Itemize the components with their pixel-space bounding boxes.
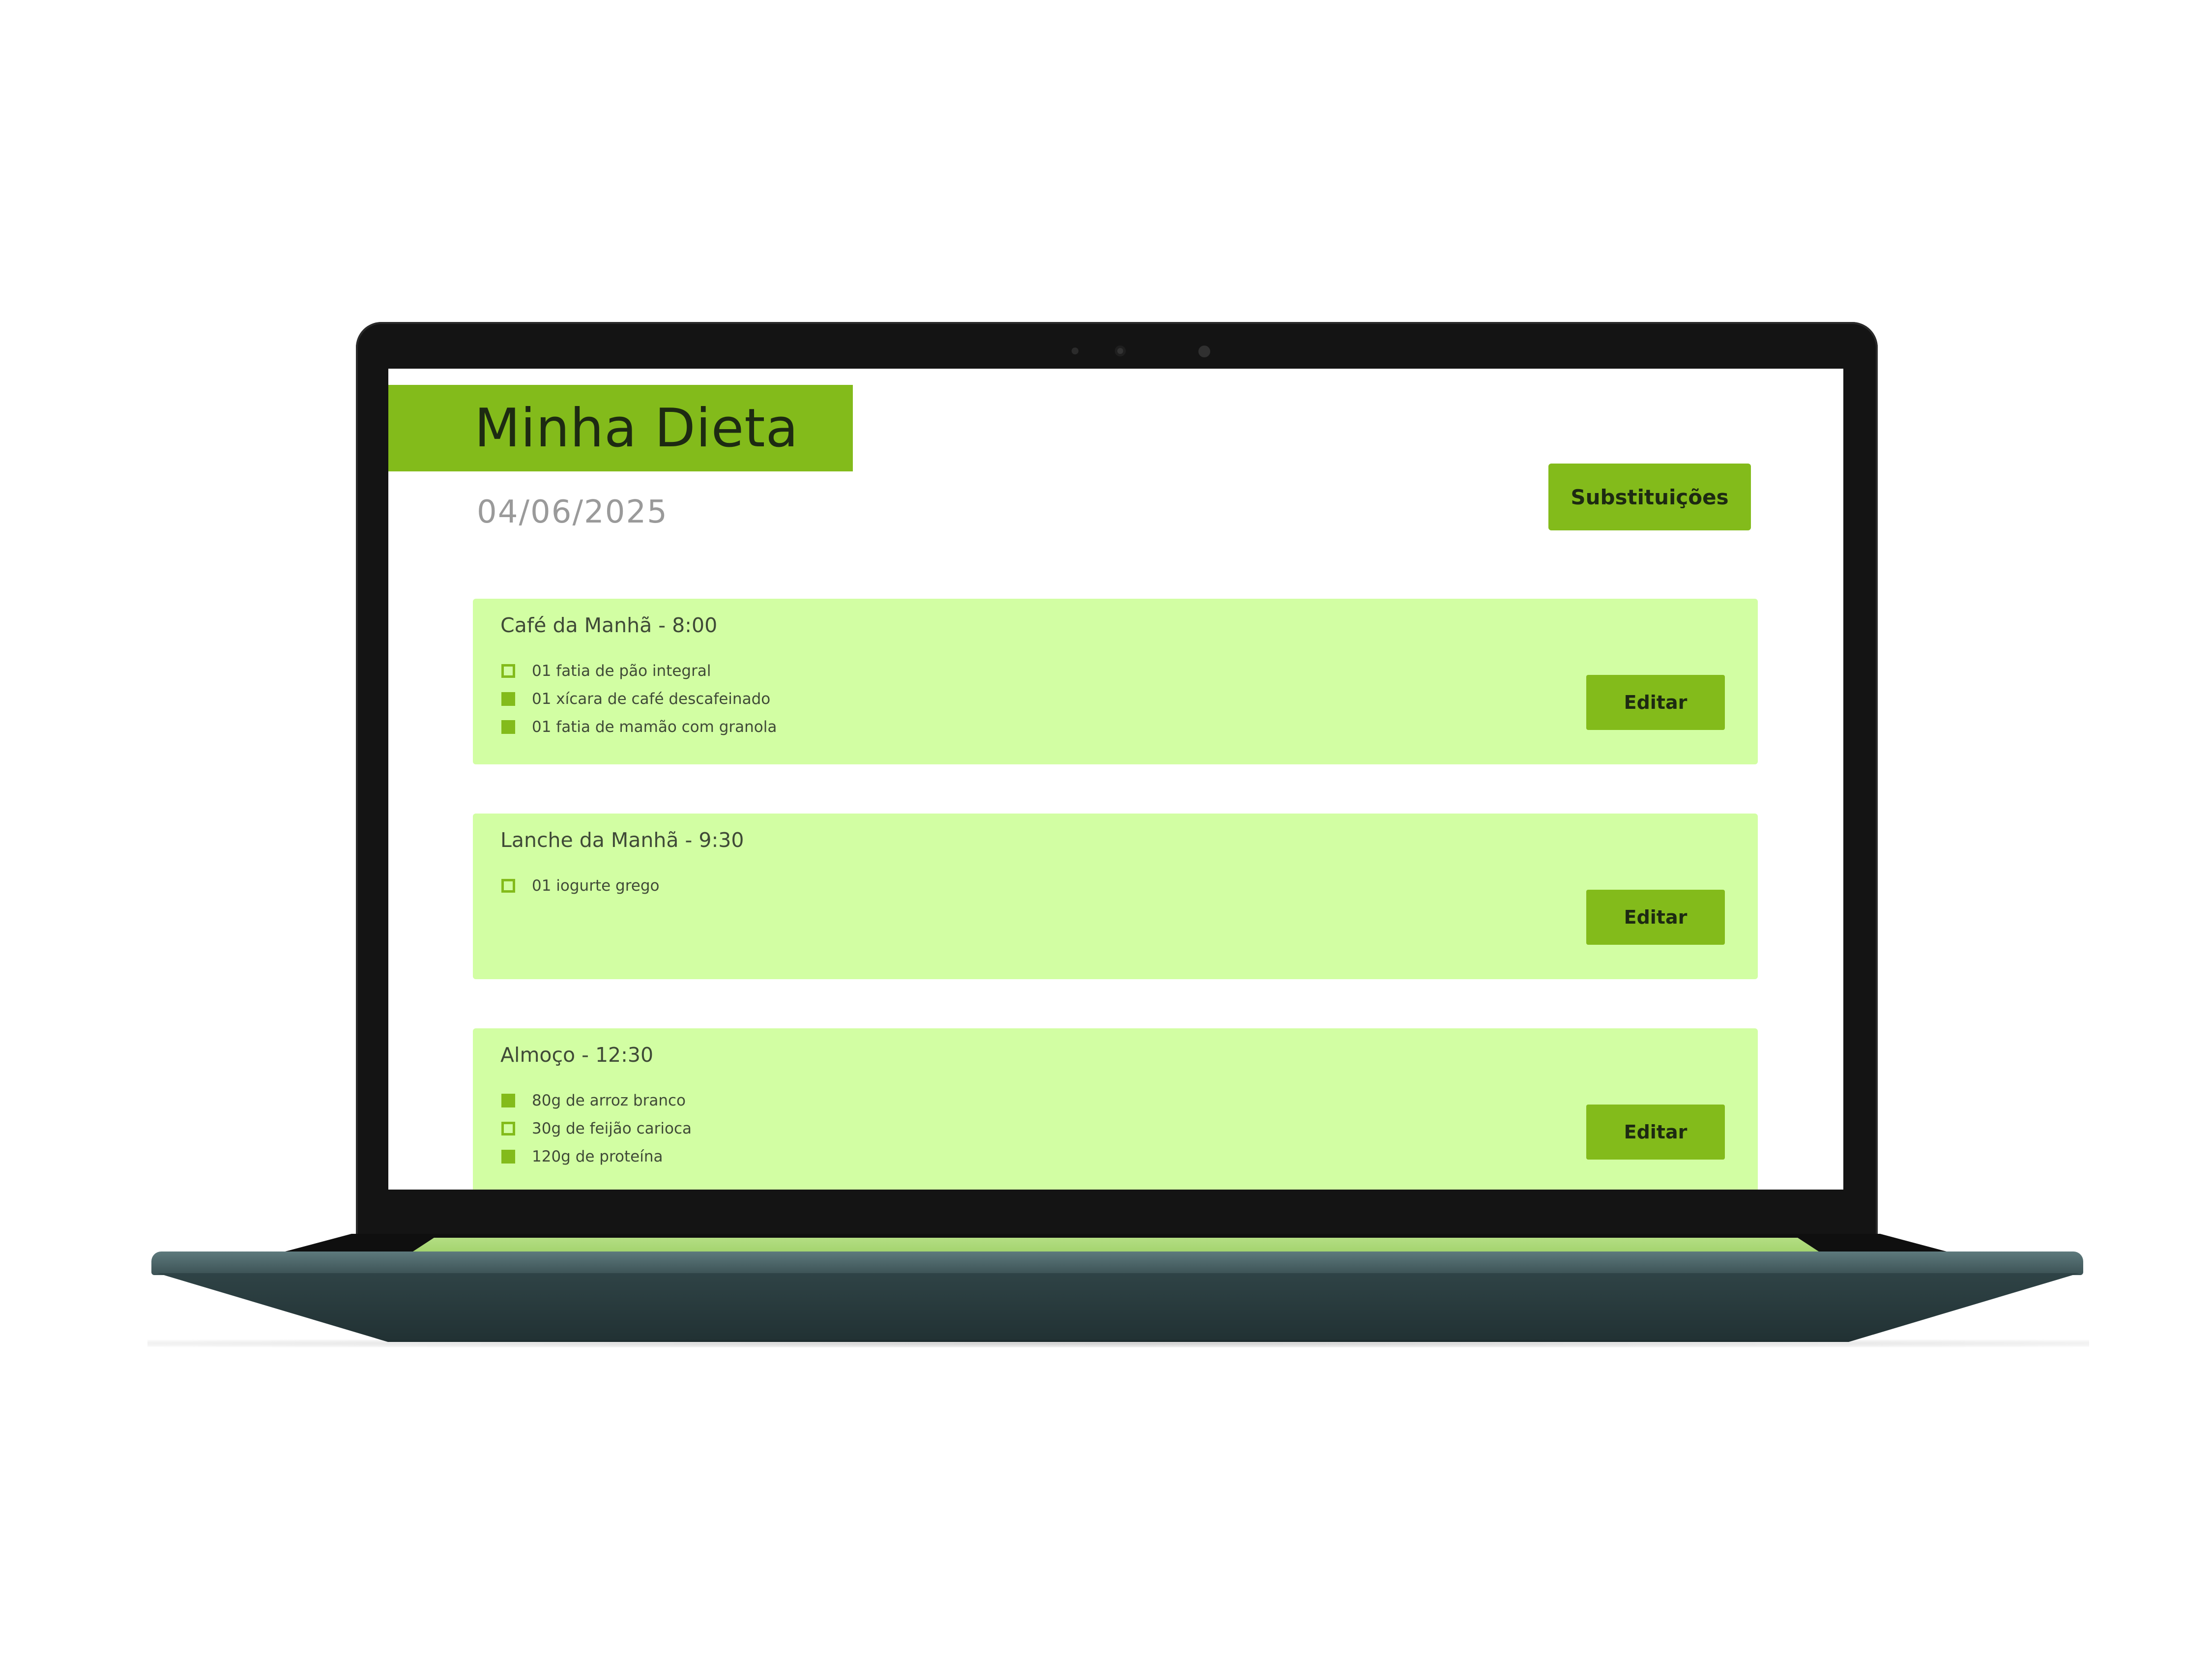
meal-card-lunch: Almoço - 12:30 80g de arroz branco 30g d… bbox=[473, 1028, 1758, 1190]
meal-item-label: 120g de proteína bbox=[532, 1147, 663, 1165]
light-sensor-icon bbox=[1198, 346, 1210, 357]
checkbox-checked[interactable] bbox=[501, 1093, 515, 1107]
camera-sensor-icon bbox=[1072, 348, 1078, 354]
meal-item-list: 01 fatia de pão integral 01 xícara de ca… bbox=[501, 657, 777, 741]
checkbox-checked[interactable] bbox=[501, 1149, 515, 1164]
meal-title: Almoço - 12:30 bbox=[500, 1043, 654, 1067]
meal-item-label: 80g de arroz branco bbox=[532, 1091, 686, 1109]
meal-item-label: 30g de feijão carioca bbox=[532, 1119, 692, 1137]
webcam-icon bbox=[1115, 346, 1126, 356]
meal-item-label: 01 xícara de café descafeinado bbox=[532, 690, 771, 708]
edit-button[interactable]: Editar bbox=[1586, 890, 1725, 945]
meal-item: 120g de proteína bbox=[501, 1142, 692, 1170]
laptop-shadow bbox=[147, 1339, 2089, 1347]
checkbox-checked[interactable] bbox=[501, 692, 515, 706]
checkbox-unchecked[interactable] bbox=[501, 1121, 515, 1135]
substitutions-button[interactable]: Substituições bbox=[1548, 464, 1751, 530]
title-banner: Minha Dieta bbox=[388, 385, 853, 471]
meal-item: 01 iogurte grego bbox=[501, 872, 660, 900]
laptop-base-side bbox=[157, 1273, 2079, 1342]
mockup-stage: Minha Dieta 04/06/2025 Substituições Caf… bbox=[0, 0, 2212, 1659]
screen-reflection bbox=[413, 1238, 1819, 1252]
laptop-screen: Minha Dieta 04/06/2025 Substituições Caf… bbox=[388, 369, 1843, 1190]
meal-item: 01 xícara de café descafeinado bbox=[501, 685, 777, 713]
page-title: Minha Dieta bbox=[474, 398, 799, 459]
meal-item: 01 fatia de mamão com granola bbox=[501, 713, 777, 741]
meal-item: 30g de feijão carioca bbox=[501, 1114, 692, 1142]
meal-item-label: 01 fatia de pão integral bbox=[532, 662, 711, 680]
meal-title: Lanche da Manhã - 9:30 bbox=[500, 828, 744, 852]
meal-item-list: 01 iogurte grego bbox=[501, 872, 660, 900]
checkbox-unchecked[interactable] bbox=[501, 878, 515, 893]
edit-button[interactable]: Editar bbox=[1586, 1105, 1725, 1160]
meal-card-morning-snack: Lanche da Manhã - 9:30 01 iogurte grego … bbox=[473, 814, 1758, 979]
checkbox-unchecked[interactable] bbox=[501, 664, 515, 678]
meal-item: 01 fatia de pão integral bbox=[501, 657, 777, 685]
meal-item: 80g de arroz branco bbox=[501, 1086, 692, 1114]
page-date: 04/06/2025 bbox=[477, 494, 668, 530]
edit-button[interactable]: Editar bbox=[1586, 675, 1725, 730]
laptop-base bbox=[151, 1252, 2083, 1275]
meal-title: Café da Manhã - 8:00 bbox=[500, 613, 718, 637]
meal-item-label: 01 fatia de mamão com granola bbox=[532, 718, 777, 736]
meal-item-list: 80g de arroz branco 30g de feijão carioc… bbox=[501, 1086, 692, 1170]
meal-item-label: 01 iogurte grego bbox=[532, 876, 660, 895]
checkbox-checked[interactable] bbox=[501, 720, 515, 734]
meal-card-breakfast: Café da Manhã - 8:00 01 fatia de pão int… bbox=[473, 599, 1758, 764]
